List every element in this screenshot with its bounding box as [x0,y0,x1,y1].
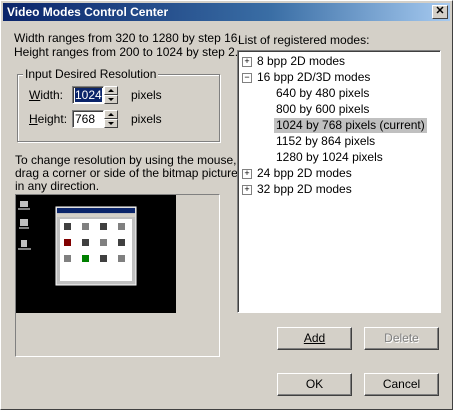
tree-item-640x480[interactable]: 640 by 480 pixels [276,86,369,101]
tree-item-24bpp[interactable]: 24 bpp 2D modes [257,166,352,181]
height-value: 768 [75,112,96,126]
tree-item-1280x1024[interactable]: 1280 by 1024 pixels [276,150,383,165]
close-button[interactable]: ✕ [432,5,448,19]
tree-item-1024x768[interactable]: 1024 by 768 pixels (current) [274,118,427,133]
instruction-line-2: drag a corner or side of the bitmap pict… [15,166,238,180]
modes-list-label: List of registered modes: [238,33,370,47]
expand-32bpp-icon[interactable]: + [242,185,252,195]
instruction-line-1: To change resolution by using the mouse, [15,153,237,167]
tree-item-8bpp[interactable]: 8 bpp 2D modes [257,54,345,69]
modes-tree[interactable]: + 8 bpp 2D modes − 16 bpp 2D/3D modes 64… [237,50,441,313]
instruction-line-3: in any direction. [15,179,100,193]
collapse-16bpp-icon[interactable]: − [242,73,252,83]
delete-label: Delete [384,331,419,345]
height-spinner[interactable] [104,110,118,128]
height-unit: pixels [131,112,162,126]
cancel-button[interactable]: Cancel [364,373,439,396]
width-spinner[interactable] [104,86,118,104]
height-range-text: Height ranges from 200 to 1024 by step 2… [14,45,239,59]
delete-button[interactable]: Delete [364,327,439,350]
desktop-thumbnail-icon [18,201,137,286]
resolution-group-title: Input Desired Resolution [23,67,159,81]
expand-24bpp-icon[interactable]: + [242,169,252,179]
width-unit: pixels [131,88,162,102]
desktop-preview-bitmap[interactable] [16,195,176,313]
cancel-label: Cancel [382,377,421,391]
width-down-arrow-icon[interactable] [104,95,118,104]
height-up-arrow-icon[interactable] [104,110,118,119]
ok-button[interactable]: OK [277,373,352,396]
expand-8bpp-icon[interactable]: + [242,57,252,67]
resolution-groupbox [17,74,220,142]
window-title: Video Modes Control Center [7,5,169,19]
width-value: 1024 [75,88,102,102]
tree-item-800x600[interactable]: 800 by 600 pixels [276,102,369,117]
add-button[interactable]: Add [277,327,352,350]
tree-item-32bpp[interactable]: 32 bpp 2D modes [257,182,352,197]
title-bar[interactable]: Video Modes Control Center ✕ [3,3,450,21]
width-label: Width: [29,88,64,102]
width-input[interactable]: 1024 [72,86,104,104]
height-input[interactable]: 768 [72,110,104,128]
tree-item-16bpp[interactable]: 16 bpp 2D/3D modes [257,70,370,85]
height-down-arrow-icon[interactable] [104,119,118,128]
width-range-text: Width ranges from 320 to 1280 by step 16… [14,31,241,45]
add-label: Add [303,331,326,345]
resolution-preview-frame [15,194,220,357]
ok-label: OK [305,377,324,391]
height-label: Height: [29,112,68,126]
width-up-arrow-icon[interactable] [104,86,118,95]
dialog-window: Video Modes Control Center ✕ Width range… [0,0,453,410]
tree-item-1152x864[interactable]: 1152 by 864 pixels [276,134,375,149]
